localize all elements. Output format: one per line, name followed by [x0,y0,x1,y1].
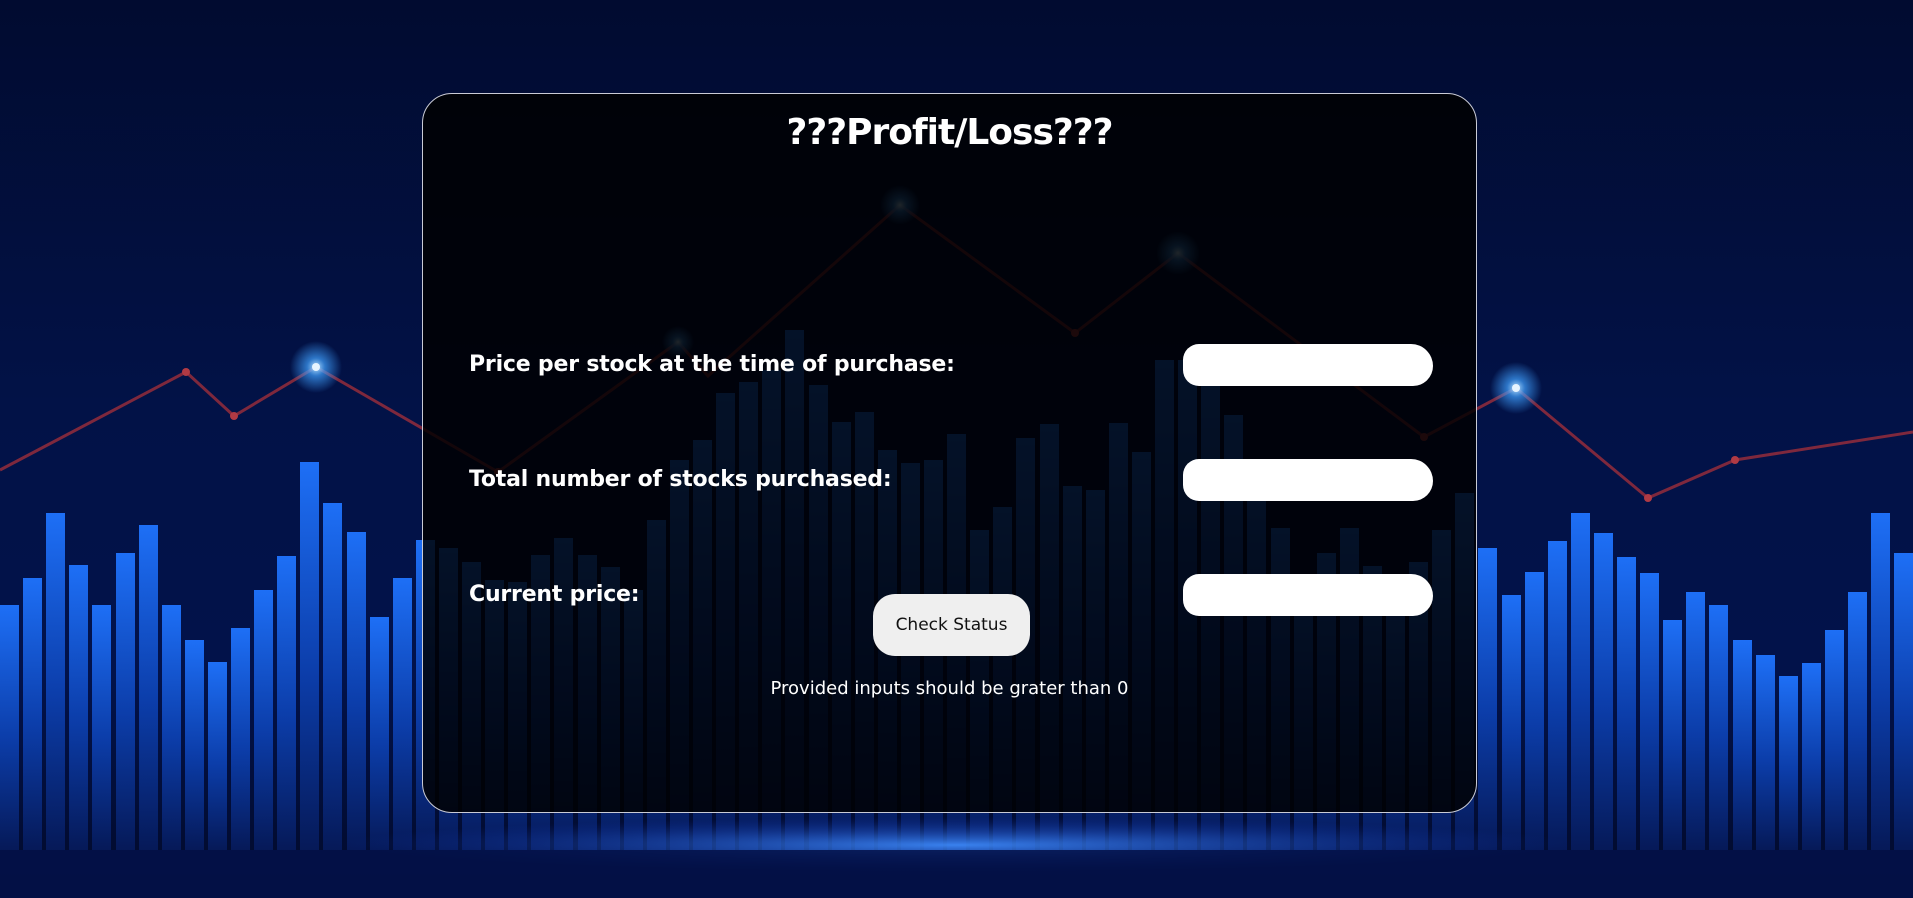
page-background: ???Profit/Loss??? Price per stock at the… [0,0,1913,898]
background-bar [116,553,135,850]
profit-loss-card: ???Profit/Loss??? Price per stock at the… [422,93,1477,813]
background-bar [1825,630,1844,850]
background-bar [231,628,250,850]
background-bar [323,503,342,850]
background-bar [69,565,88,850]
background-bar [1478,548,1497,850]
background-bar [1548,541,1567,850]
purchase-price-label: Price per stock at the time of purchase: [469,352,955,377]
background-floor [0,850,1913,898]
background-bar [254,590,273,850]
background-bar [46,513,65,850]
stock-quantity-input[interactable] [1183,459,1433,501]
background-bar [1848,592,1867,850]
purchase-price-input[interactable] [1183,344,1433,386]
check-status-button[interactable]: Check Status [873,594,1030,656]
background-bar [370,617,389,850]
background-bar [1525,572,1544,850]
status-message: Provided inputs should be grater than 0 [770,678,1129,699]
background-bar [1871,513,1890,850]
background-bar [185,640,204,850]
background-bar [1756,655,1775,850]
background-bar [1617,557,1636,850]
background-bar [0,605,19,850]
background-bar [1640,573,1659,850]
background-bar [139,525,158,850]
page-title: ???Profit/Loss??? [786,112,1113,153]
current-price-label: Current price: [469,582,640,607]
background-bar [23,578,42,850]
current-price-input[interactable] [1183,574,1433,616]
background-bar [393,578,412,850]
background-bar [1663,620,1682,850]
background-bar [1686,592,1705,850]
background-bar [208,662,227,850]
stock-quantity-label: Total number of stocks purchased: [469,467,892,492]
background-bar [277,556,296,850]
background-bar [300,462,319,850]
background-bar [1709,605,1728,850]
background-bar [92,605,111,850]
background-bar [1733,640,1752,850]
background-bar [162,605,181,850]
background-bar [1502,595,1521,850]
background-bar [347,532,366,850]
background-bar [1571,513,1590,850]
background-bar [1594,533,1613,850]
background-bar [1894,553,1913,850]
background-bar [1779,676,1798,850]
background-bar [1802,663,1821,850]
